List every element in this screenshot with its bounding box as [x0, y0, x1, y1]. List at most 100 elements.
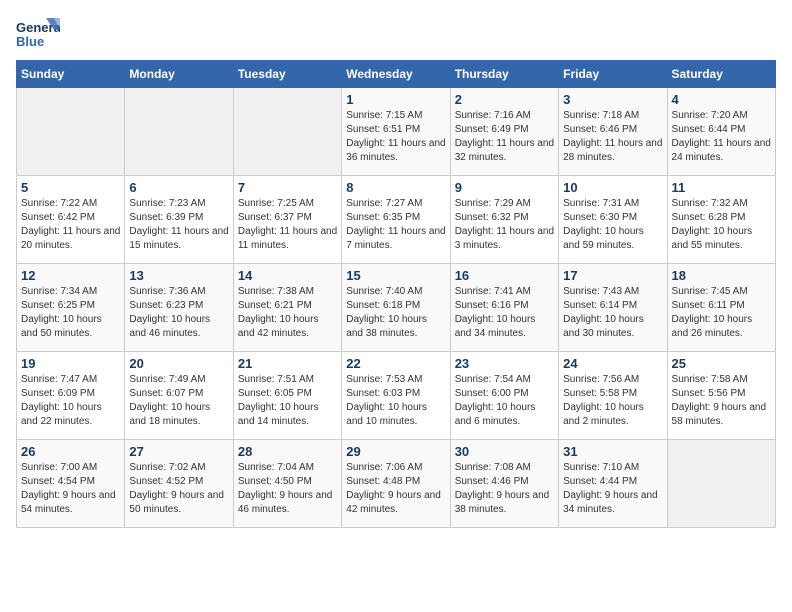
calendar-cell: 18 Sunrise: 7:45 AM Sunset: 6:11 PM Dayli…: [667, 264, 775, 352]
calendar-cell: 12 Sunrise: 7:34 AM Sunset: 6:25 PM Dayli…: [17, 264, 125, 352]
day-number: 25: [672, 356, 771, 371]
week-row-5: 26Sunrise: 7:00 AM Sunset: 4:54 PM Dayli…: [17, 440, 776, 528]
calendar-cell: 17 Sunrise: 7:43 AM Sunset: 6:14 PM Dayli…: [559, 264, 667, 352]
day-header-saturday: Saturday: [667, 61, 775, 88]
day-number: 16: [455, 268, 554, 283]
day-number: 23: [455, 356, 554, 371]
day-info: Sunrise: 7:43 AM Sunset: 6:14 PM Dayligh…: [563, 285, 662, 341]
calendar-cell: 27Sunrise: 7:02 AM Sunset: 4:52 PM Dayli…: [125, 440, 233, 528]
header: General Blue: [16, 16, 776, 52]
calendar-cell: 10Sunrise: 7:31 AM Sunset: 6:30 PM Dayli…: [559, 176, 667, 264]
day-info: Sunrise: 7:54 AM Sunset: 6:00 PM Dayligh…: [455, 373, 554, 429]
day-info: Sunrise: 7:10 AM Sunset: 4:44 PM Dayligh…: [563, 461, 662, 517]
calendar-cell: 6 Sunrise: 7:23 AM Sunset: 6:39 PM Daylig…: [125, 176, 233, 264]
calendar-cell: [17, 88, 125, 176]
calendar-cell: 20 Sunrise: 7:49 AM Sunset: 6:07 PM Dayli…: [125, 352, 233, 440]
day-info: Sunrise: 7:47 AM Sunset: 6:09 PM Dayligh…: [21, 373, 120, 429]
svg-text:Blue: Blue: [16, 34, 44, 49]
day-info: Sunrise: 7:40 AM Sunset: 6:18 PM Dayligh…: [346, 285, 445, 341]
day-info: Sunrise: 7:41 AM Sunset: 6:16 PM Dayligh…: [455, 285, 554, 341]
day-info: Sunrise: 7:16 AM Sunset: 6:49 PM Dayligh…: [455, 109, 554, 165]
calendar-cell: 9 Sunrise: 7:29 AM Sunset: 6:32 PM Daylig…: [450, 176, 558, 264]
day-number: 5: [21, 180, 120, 195]
day-info: Sunrise: 7:36 AM Sunset: 6:23 PM Dayligh…: [129, 285, 228, 341]
calendar-cell: 25 Sunrise: 7:58 AM Sunset: 5:56 PM Dayli…: [667, 352, 775, 440]
calendar-cell: 3 Sunrise: 7:18 AM Sunset: 6:46 PM Daylig…: [559, 88, 667, 176]
day-header-sunday: Sunday: [17, 61, 125, 88]
calendar-cell: 23 Sunrise: 7:54 AM Sunset: 6:00 PM Dayli…: [450, 352, 558, 440]
day-number: 4: [672, 92, 771, 107]
day-header-friday: Friday: [559, 61, 667, 88]
day-header-wednesday: Wednesday: [342, 61, 450, 88]
day-info: Sunrise: 7:22 AM Sunset: 6:42 PM Dayligh…: [21, 197, 120, 253]
week-row-3: 12 Sunrise: 7:34 AM Sunset: 6:25 PM Dayli…: [17, 264, 776, 352]
day-info: Sunrise: 7:25 AM Sunset: 6:37 PM Dayligh…: [238, 197, 337, 253]
day-info: Sunrise: 7:02 AM Sunset: 4:52 PM Dayligh…: [129, 461, 228, 517]
day-info: Sunrise: 7:38 AM Sunset: 6:21 PM Dayligh…: [238, 285, 337, 341]
calendar-cell: 21Sunrise: 7:51 AM Sunset: 6:05 PM Dayli…: [233, 352, 341, 440]
day-info: Sunrise: 7:53 AM Sunset: 6:03 PM Dayligh…: [346, 373, 445, 429]
day-number: 1: [346, 92, 445, 107]
day-number: 24: [563, 356, 662, 371]
calendar-cell: 7 Sunrise: 7:25 AM Sunset: 6:37 PM Daylig…: [233, 176, 341, 264]
calendar-cell: 8 Sunrise: 7:27 AM Sunset: 6:35 PM Daylig…: [342, 176, 450, 264]
day-number: 14: [238, 268, 337, 283]
calendar-cell: [667, 440, 775, 528]
day-info: Sunrise: 7:32 AM Sunset: 6:28 PM Dayligh…: [672, 197, 771, 253]
week-row-2: 5 Sunrise: 7:22 AM Sunset: 6:42 PM Daylig…: [17, 176, 776, 264]
calendar-cell: 30 Sunrise: 7:08 AM Sunset: 4:46 PM Dayli…: [450, 440, 558, 528]
day-info: Sunrise: 7:06 AM Sunset: 4:48 PM Dayligh…: [346, 461, 445, 517]
calendar-cell: 4 Sunrise: 7:20 AM Sunset: 6:44 PM Daylig…: [667, 88, 775, 176]
day-info: Sunrise: 7:29 AM Sunset: 6:32 PM Dayligh…: [455, 197, 554, 253]
calendar-cell: 1 Sunrise: 7:15 AM Sunset: 6:51 PM Daylig…: [342, 88, 450, 176]
week-row-1: 1 Sunrise: 7:15 AM Sunset: 6:51 PM Daylig…: [17, 88, 776, 176]
day-number: 11: [672, 180, 771, 195]
day-number: 19: [21, 356, 120, 371]
day-header-thursday: Thursday: [450, 61, 558, 88]
day-info: Sunrise: 7:04 AM Sunset: 4:50 PM Dayligh…: [238, 461, 337, 517]
day-info: Sunrise: 7:15 AM Sunset: 6:51 PM Dayligh…: [346, 109, 445, 165]
day-info: Sunrise: 7:45 AM Sunset: 6:11 PM Dayligh…: [672, 285, 771, 341]
day-header-monday: Monday: [125, 61, 233, 88]
logo: General Blue: [16, 16, 64, 52]
day-number: 10: [563, 180, 662, 195]
calendar-cell: 19 Sunrise: 7:47 AM Sunset: 6:09 PM Dayli…: [17, 352, 125, 440]
day-info: Sunrise: 7:08 AM Sunset: 4:46 PM Dayligh…: [455, 461, 554, 517]
calendar-cell: 31 Sunrise: 7:10 AM Sunset: 4:44 PM Dayli…: [559, 440, 667, 528]
day-info: Sunrise: 7:27 AM Sunset: 6:35 PM Dayligh…: [346, 197, 445, 253]
day-info: Sunrise: 7:20 AM Sunset: 6:44 PM Dayligh…: [672, 109, 771, 165]
calendar-cell: 24 Sunrise: 7:56 AM Sunset: 5:58 PM Dayli…: [559, 352, 667, 440]
calendar-cell: 22 Sunrise: 7:53 AM Sunset: 6:03 PM Dayli…: [342, 352, 450, 440]
day-number: 20: [129, 356, 228, 371]
day-number: 3: [563, 92, 662, 107]
day-number: 2: [455, 92, 554, 107]
day-header-row: SundayMondayTuesdayWednesdayThursdayFrid…: [17, 61, 776, 88]
calendar-cell: 15 Sunrise: 7:40 AM Sunset: 6:18 PM Dayli…: [342, 264, 450, 352]
day-number: 18: [672, 268, 771, 283]
day-info: Sunrise: 7:49 AM Sunset: 6:07 PM Dayligh…: [129, 373, 228, 429]
day-info: Sunrise: 7:34 AM Sunset: 6:25 PM Dayligh…: [21, 285, 120, 341]
calendar-cell: 29Sunrise: 7:06 AM Sunset: 4:48 PM Dayli…: [342, 440, 450, 528]
week-row-4: 19 Sunrise: 7:47 AM Sunset: 6:09 PM Dayli…: [17, 352, 776, 440]
day-info: Sunrise: 7:56 AM Sunset: 5:58 PM Dayligh…: [563, 373, 662, 429]
day-info: Sunrise: 7:23 AM Sunset: 6:39 PM Dayligh…: [129, 197, 228, 253]
day-number: 17: [563, 268, 662, 283]
day-number: 31: [563, 444, 662, 459]
calendar-cell: 14 Sunrise: 7:38 AM Sunset: 6:21 PM Dayli…: [233, 264, 341, 352]
day-number: 30: [455, 444, 554, 459]
day-info: Sunrise: 7:18 AM Sunset: 6:46 PM Dayligh…: [563, 109, 662, 165]
day-number: 9: [455, 180, 554, 195]
day-number: 6: [129, 180, 228, 195]
day-number: 8: [346, 180, 445, 195]
day-number: 13: [129, 268, 228, 283]
day-number: 7: [238, 180, 337, 195]
day-info: Sunrise: 7:51 AM Sunset: 6:05 PM Dayligh…: [238, 373, 337, 429]
day-number: 15: [346, 268, 445, 283]
calendar-cell: [233, 88, 341, 176]
calendar-cell: 5 Sunrise: 7:22 AM Sunset: 6:42 PM Daylig…: [17, 176, 125, 264]
day-number: 12: [21, 268, 120, 283]
day-number: 22: [346, 356, 445, 371]
day-number: 28: [238, 444, 337, 459]
day-info: Sunrise: 7:58 AM Sunset: 5:56 PM Dayligh…: [672, 373, 771, 429]
calendar-cell: 13 Sunrise: 7:36 AM Sunset: 6:23 PM Dayli…: [125, 264, 233, 352]
